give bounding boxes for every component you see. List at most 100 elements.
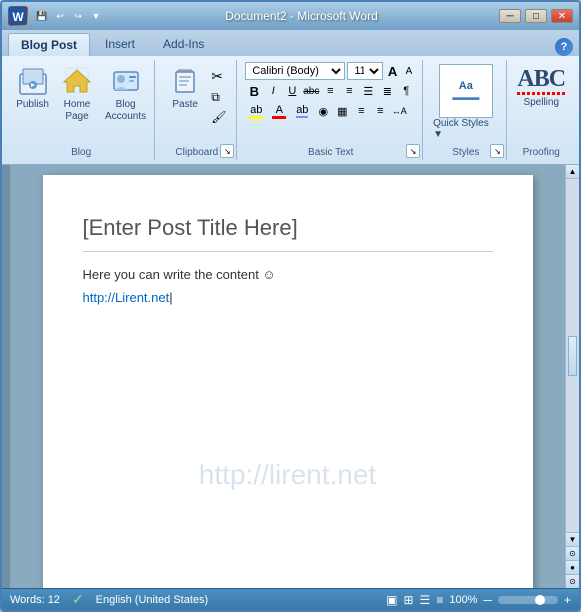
- undo-quick-btn[interactable]: ↩: [52, 8, 68, 24]
- cut-icon: ✂: [211, 68, 223, 85]
- italic-button[interactable]: I: [264, 82, 282, 100]
- language-indicator: English (United States): [96, 594, 209, 606]
- spelling-icon: ABC: [517, 65, 565, 93]
- basic-text-expand-button[interactable]: ↘: [406, 144, 420, 158]
- expand-text-button[interactable]: ↔A: [390, 102, 408, 120]
- document-scroll-area[interactable]: [Enter Post Title Here] Here you can wri…: [10, 165, 565, 588]
- title-bar-left: W 💾 ↩ ↪ ▼: [8, 6, 104, 26]
- highlight-button[interactable]: ab: [245, 102, 267, 120]
- scroll-down-button[interactable]: ▼: [566, 532, 579, 546]
- proofing-group-label: Proofing: [509, 147, 573, 158]
- status-bar-right: ▣ ⊞ ☰ ≡ 100% ─ +: [386, 593, 571, 607]
- blog-accounts-button[interactable]: BlogAccounts: [100, 62, 151, 126]
- home-page-button[interactable]: HomePage: [56, 62, 98, 126]
- shading-button[interactable]: ◉: [314, 102, 332, 120]
- color-row: ab A ab ◉ ▦ ≡ ≡ ↔: [245, 102, 416, 120]
- svg-text:W: W: [12, 10, 24, 24]
- list-button[interactable]: ☰: [359, 82, 377, 100]
- clipboard-expand-button[interactable]: ↘: [220, 144, 234, 158]
- scroll-track: [566, 179, 579, 334]
- view-web-icon[interactable]: ⊞: [403, 593, 413, 607]
- align-left-button[interactable]: ≡: [321, 82, 339, 100]
- indent-button[interactable]: ≣: [378, 82, 396, 100]
- view-normal-icon[interactable]: ▣: [386, 593, 397, 607]
- document-container: [Enter Post Title Here] Here you can wri…: [2, 165, 579, 588]
- ribbon-content: Publish HomePage: [2, 56, 579, 164]
- underline-button[interactable]: U: [283, 82, 301, 100]
- blog-group-content: Publish HomePage: [11, 62, 151, 158]
- decrease-font-button[interactable]: A: [402, 62, 416, 80]
- zoom-decrease-button[interactable]: ─: [483, 593, 492, 607]
- right-align-button[interactable]: ≡: [371, 102, 389, 120]
- spelling-button[interactable]: ABC Spelling: [514, 62, 568, 111]
- paste-icon: [169, 65, 201, 97]
- doc-content-text: Here you can write the content ☺: [83, 267, 493, 282]
- left-margin: [2, 165, 10, 588]
- quick-access-toolbar: 💾 ↩ ↪ ▼: [34, 8, 104, 24]
- scroll-track-bottom: [566, 378, 579, 533]
- blog-group: Publish HomePage: [8, 60, 155, 160]
- doc-link[interactable]: http://Lirent.net: [83, 290, 173, 305]
- select-browse-button[interactable]: ●: [566, 560, 579, 574]
- publish-icon: [17, 65, 49, 97]
- publish-label: Publish: [16, 99, 49, 111]
- format-painter-button[interactable]: 🖌: [208, 108, 229, 126]
- pilcrow-button[interactable]: ¶: [397, 82, 415, 100]
- window-title: Document2 - Microsoft Word: [225, 9, 378, 23]
- save-quick-btn[interactable]: 💾: [34, 8, 50, 24]
- zoom-slider[interactable]: [498, 596, 558, 604]
- help-button[interactable]: ?: [555, 38, 573, 56]
- close-button[interactable]: ✕: [551, 9, 573, 23]
- basic-text-group-label: Basic Text: [239, 147, 422, 158]
- quick-styles-label: Quick Styles ▼: [433, 118, 498, 140]
- home-page-label: HomePage: [64, 99, 91, 123]
- prev-page-button[interactable]: ⊙: [566, 546, 579, 560]
- font-size-select[interactable]: 11: [347, 62, 383, 80]
- minimize-button[interactable]: ─: [499, 9, 521, 23]
- tab-insert[interactable]: Insert: [92, 32, 148, 56]
- scroll-buttons: ▲ ▼ ⊙ ● ⊙: [565, 165, 579, 588]
- zoom-increase-button[interactable]: +: [564, 593, 571, 607]
- status-bar: Words: 12 ✓ English (United States) ▣ ⊞ …: [2, 588, 579, 610]
- strikethrough-button[interactable]: abc: [302, 82, 320, 100]
- window-controls: ─ □ ✕: [499, 9, 573, 23]
- title-bar: W 💾 ↩ ↪ ▼ Document2 - Microsoft Word ─ □…: [2, 2, 579, 30]
- scroll-up-button[interactable]: ▲: [566, 165, 579, 179]
- paste-button[interactable]: Paste: [164, 62, 206, 114]
- center-align2-button[interactable]: ≡: [352, 102, 370, 120]
- view-outline-icon[interactable]: ☰: [420, 593, 431, 607]
- scroll-thumb[interactable]: [568, 336, 577, 376]
- redo-quick-btn[interactable]: ↪: [70, 8, 86, 24]
- styles-group: Aa ▬▬▬ Quick Styles ▼ Styles ↘: [425, 60, 507, 160]
- quick-styles-preview: Aa ▬▬▬: [439, 64, 493, 118]
- zoom-level: 100%: [449, 594, 477, 606]
- maximize-button[interactable]: □: [525, 9, 547, 23]
- bold-button[interactable]: B: [245, 82, 263, 100]
- copy-icon: ⧉: [211, 90, 220, 105]
- next-page-button[interactable]: ⊙: [566, 574, 579, 588]
- tab-blog-post[interactable]: Blog Post: [8, 33, 90, 56]
- increase-font-button[interactable]: A: [385, 62, 399, 80]
- cut-button[interactable]: ✂: [208, 66, 229, 87]
- app-icon: W: [8, 6, 28, 26]
- font-color-button[interactable]: A: [268, 102, 290, 120]
- quick-styles-button[interactable]: Aa ▬▬▬ Quick Styles ▼: [431, 62, 500, 142]
- align-center-button[interactable]: ≡: [340, 82, 358, 100]
- proofing-group: ABC Spelling Proofing: [509, 60, 573, 160]
- document-page: [Enter Post Title Here] Here you can wri…: [43, 175, 533, 588]
- styles-expand-button[interactable]: ↘: [490, 144, 504, 158]
- view-draft-icon[interactable]: ≡: [436, 593, 443, 607]
- publish-button[interactable]: Publish: [11, 62, 54, 114]
- copy-button[interactable]: ⧉: [208, 88, 229, 107]
- clipboard-group: Paste ✂ ⧉ 🖌 Clip: [157, 60, 237, 160]
- quick-access-more[interactable]: ▼: [88, 8, 104, 24]
- text-effect-button[interactable]: ab: [291, 102, 313, 120]
- post-title-placeholder: [Enter Post Title Here]: [83, 215, 493, 252]
- word-count: Words: 12: [10, 594, 60, 606]
- tab-add-ins[interactable]: Add-Ins: [150, 32, 217, 56]
- font-name-select[interactable]: Calibri (Body): [245, 62, 345, 80]
- format-painter-icon: 🖌: [211, 110, 226, 124]
- borders-button[interactable]: ▦: [333, 102, 351, 120]
- blog-accounts-label: BlogAccounts: [105, 99, 146, 123]
- clipboard-small-btns: ✂ ⧉ 🖌: [208, 62, 229, 126]
